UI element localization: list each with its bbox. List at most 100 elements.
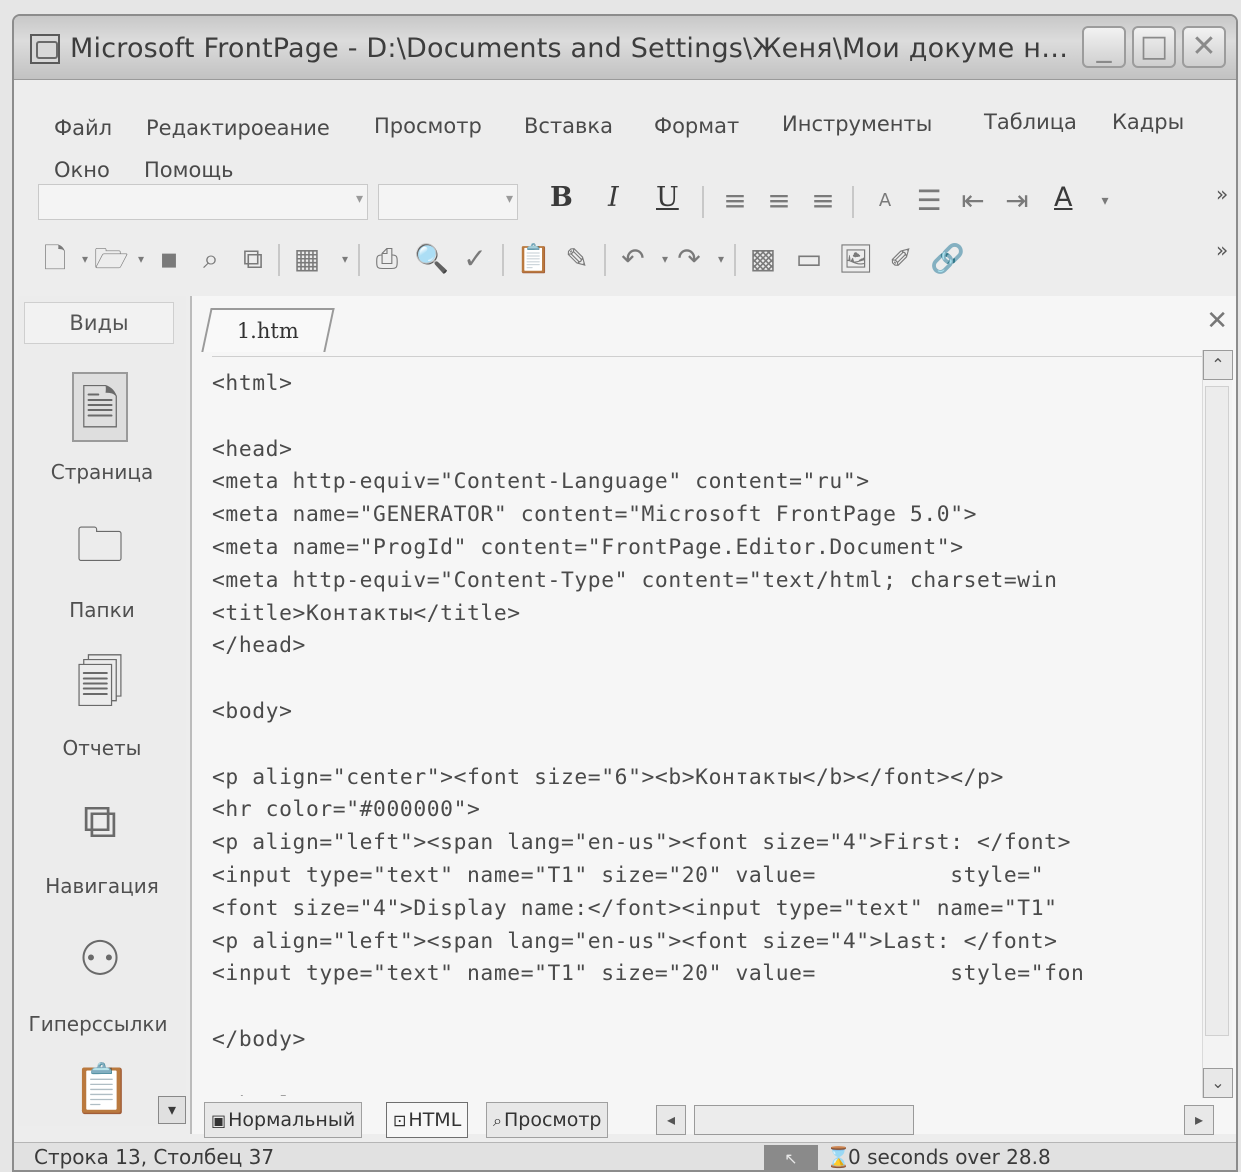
html-editor[interactable]: 1.htm ✕ <html> <head> <meta http-equiv="Co… — [190, 296, 1236, 1134]
web-component-icon[interactable]: ▩ — [746, 242, 780, 276]
code-line[interactable]: <meta name="ProgId" content="FrontPage.E… — [212, 535, 1202, 568]
code-line[interactable]: <p align="left"><span lang="en-us"><font… — [212, 929, 1202, 962]
redo-icon[interactable]: ↷ — [672, 242, 706, 276]
maximize-button[interactable]: □ — [1132, 26, 1176, 68]
code-line[interactable]: </html> — [212, 1093, 1202, 1096]
code-line[interactable] — [212, 994, 1202, 1027]
toolbar-separator — [502, 244, 504, 276]
document-tab[interactable]: 1.htm — [201, 308, 335, 352]
code-line[interactable]: <p align="center"><font size="6"><b>Конт… — [212, 765, 1202, 798]
code-line[interactable]: <body> — [212, 699, 1202, 732]
hyperlink-icon[interactable]: 🔗 — [930, 242, 965, 276]
menu-edit[interactable]: Редактироеание — [146, 116, 330, 140]
code-area[interactable]: <html> <head> <meta http-equiv="Content-La… — [212, 356, 1202, 1096]
open-icon[interactable]: 🗁 — [94, 242, 129, 276]
scroll-right-button[interactable]: ▸ — [1184, 1105, 1214, 1135]
code-line[interactable]: <meta http-equiv="Content-Language" cont… — [212, 469, 1202, 502]
toolbar-overflow-chevron[interactable]: » — [1216, 238, 1228, 262]
align-left-icon[interactable]: ≡ — [718, 184, 752, 218]
hyperlinks-icon: ⚇ — [78, 931, 122, 987]
code-line[interactable]: <title>Контакты</title> — [212, 601, 1202, 634]
view-navigation[interactable]: ⧉ Навигация — [18, 774, 186, 904]
search-icon[interactable]: ⌕ — [194, 242, 228, 276]
italic-button[interactable]: I — [608, 182, 619, 213]
code-line[interactable]: <hr color="#000000"> — [212, 797, 1202, 830]
code-line[interactable]: <meta name="GENERATOR" content="Microsof… — [212, 502, 1202, 535]
print-icon[interactable]: ⎙ — [370, 242, 404, 276]
code-line[interactable]: </body> — [212, 1027, 1202, 1060]
increase-indent-icon[interactable]: ⇥ — [1000, 184, 1034, 218]
code-line[interactable]: <meta http-equiv="Content-Type" content=… — [212, 568, 1202, 601]
code-line[interactable]: <input type="text" name="T1" size="20" v… — [212, 863, 1202, 896]
menu-format[interactable]: Формат — [654, 114, 739, 138]
font-color-button[interactable]: A — [1054, 182, 1072, 213]
code-line[interactable]: </head> — [212, 633, 1202, 666]
publish-icon[interactable]: ⧉ — [236, 242, 270, 276]
view-hyperlinks[interactable]: ⚇ Гиперссылки — [18, 912, 186, 1042]
menu-file[interactable]: Файл — [54, 116, 112, 140]
new-page-icon[interactable]: 🗋 — [38, 242, 72, 276]
close-document-icon[interactable]: ✕ — [1206, 306, 1228, 336]
code-line[interactable]: <head> — [212, 437, 1202, 470]
code-line[interactable] — [212, 666, 1202, 699]
formatting-toolbar: ▾ ▾ B I U ≡ ≡ ≡ A ☰ ⇤ ⇥ A ▾ » — [38, 178, 1228, 228]
title-bar[interactable]: Microsoft FrontPage - D:\Documents and S… — [14, 16, 1236, 80]
format-painter-icon[interactable]: ✎ — [560, 242, 594, 276]
menu-table[interactable]: Таблица — [984, 110, 1077, 134]
vertical-scroll-thumb[interactable] — [1205, 386, 1229, 1036]
insert-picture-icon[interactable]: 🖼 — [838, 242, 874, 276]
font-size-combo[interactable]: ▾ — [378, 184, 518, 220]
code-line[interactable]: <html> — [212, 371, 1202, 404]
toolbar-separator — [852, 186, 854, 218]
views-bar-header: Виды — [24, 302, 174, 344]
view-folders[interactable]: 🗀 Папки — [18, 498, 186, 628]
tab-normal[interactable]: ▣ Нормальный — [204, 1102, 363, 1138]
increase-font-icon[interactable]: A — [868, 184, 902, 218]
view-reports[interactable]: 🗐 Отчеты — [18, 636, 186, 766]
toggle-pane-icon[interactable]: ▦ — [290, 242, 324, 276]
view-page[interactable]: 🗎 Страница — [18, 360, 186, 490]
horizontal-scroll-thumb[interactable] — [694, 1105, 914, 1135]
scroll-left-button[interactable]: ◂ — [656, 1105, 686, 1135]
preview-icon[interactable]: 🔍 — [414, 242, 449, 276]
align-center-icon[interactable]: ≡ — [762, 184, 796, 218]
font-color-dropdown-icon[interactable]: ▾ — [1088, 184, 1122, 218]
style-combo[interactable]: ▾ — [38, 184, 368, 220]
code-line[interactable]: <input type="text" name="T1" size="20" v… — [212, 961, 1202, 994]
decrease-indent-icon[interactable]: ⇤ — [956, 184, 990, 218]
code-line[interactable] — [212, 1060, 1202, 1093]
scroll-up-button[interactable]: ⌃ — [1203, 350, 1233, 380]
menu-insert[interactable]: Вставка — [524, 114, 613, 138]
code-line[interactable]: <font size="4">Display name:</font><inpu… — [212, 896, 1202, 929]
tab-preview[interactable]: ⌕ Просмотр — [486, 1102, 609, 1138]
spelling-icon[interactable]: ✓ — [458, 242, 492, 276]
horizontal-scrollbar[interactable]: ◂ ▸ — [650, 1102, 1220, 1138]
toggle-pane-dropdown-icon[interactable]: ▾ — [328, 242, 362, 276]
bold-button[interactable]: B — [550, 182, 573, 213]
drawing-icon[interactable]: ✐ — [884, 242, 918, 276]
tab-html[interactable]: ⊡ HTML — [386, 1102, 469, 1138]
menu-view[interactable]: Просмотр — [374, 114, 482, 138]
underline-button[interactable]: U — [656, 182, 679, 213]
numbering-icon[interactable]: ☰ — [912, 184, 946, 218]
insert-table-icon[interactable]: ▭ — [792, 242, 826, 276]
redo-dropdown-icon[interactable]: ▾ — [704, 242, 738, 276]
toolbar-separator — [702, 186, 704, 218]
toolbar-overflow-chevron[interactable]: » — [1216, 182, 1228, 206]
align-right-icon[interactable]: ≡ — [806, 184, 840, 218]
minimize-button[interactable]: _ — [1082, 26, 1126, 68]
code-line[interactable] — [212, 404, 1202, 437]
vertical-scrollbar[interactable]: ⌃ ⌄ — [1202, 350, 1233, 1098]
view-label: Гиперссылки — [28, 1012, 168, 1036]
toolbar-separator — [278, 244, 280, 276]
menu-tools[interactable]: Инструменты — [782, 112, 932, 136]
views-scroll-down-button[interactable]: ▾ — [158, 1096, 186, 1124]
close-button[interactable]: ✕ — [1182, 26, 1226, 68]
save-icon[interactable]: ▪ — [152, 242, 186, 276]
menu-frames[interactable]: Кадры — [1112, 110, 1184, 134]
scroll-down-button[interactable]: ⌄ — [1203, 1068, 1233, 1098]
code-line[interactable] — [212, 732, 1202, 765]
undo-icon[interactable]: ↶ — [616, 242, 650, 276]
paste-icon[interactable]: 📋 — [516, 242, 551, 276]
code-line[interactable]: <p align="left"><span lang="en-us"><font… — [212, 830, 1202, 863]
